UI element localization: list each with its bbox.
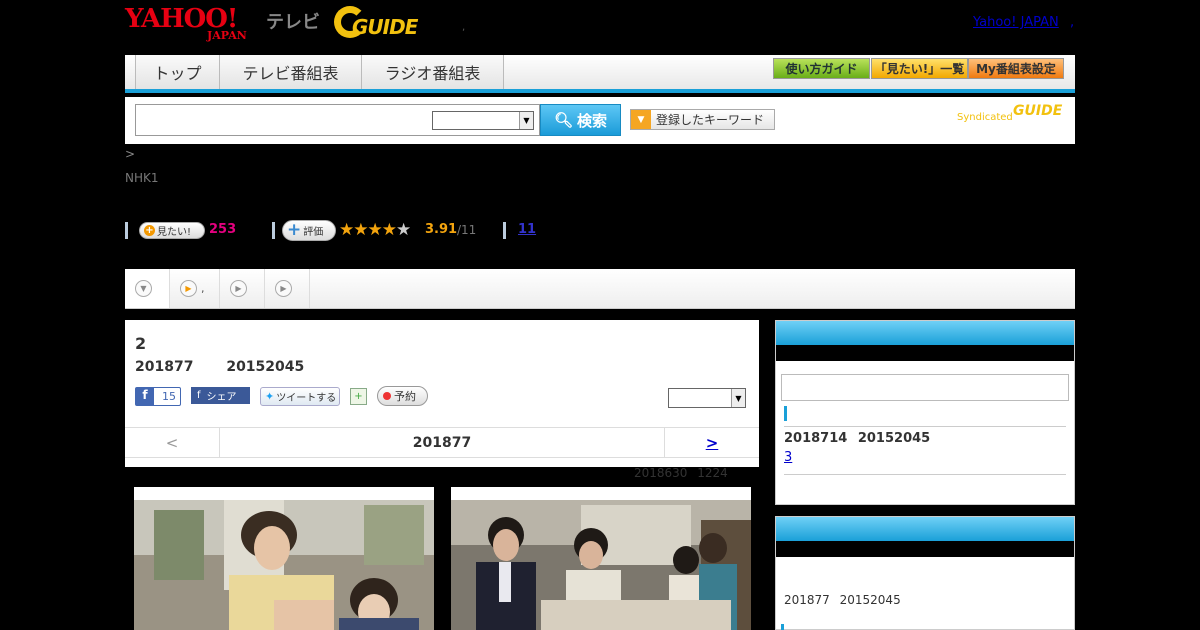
divider [784,474,1066,475]
reserve-recording-button[interactable]: 予約 [377,386,428,406]
my-listings-settings-button[interactable]: My番組表設定 [968,58,1064,79]
star-empty-icon: ★ [396,220,411,240]
search-button-label: 検索 [577,111,608,130]
star-half-icon: ★ [381,220,397,240]
review-count-link[interactable]: 11 [518,222,536,237]
facebook-share-label: シェア [206,392,237,403]
play-icon: ▶ [230,280,247,297]
program-detail-panel: 2 201877 20152045 f 15 f シェア ✦ ツイートする + … [125,320,759,467]
yahoo-japan-logo-text: JAPAN [207,29,247,42]
tab-second[interactable]: ▶ , [170,269,220,308]
rating-value: 3.91 [425,222,458,237]
stat-divider [125,222,128,239]
program-photo[interactable] [451,487,751,630]
search-category-select[interactable]: ▼ [432,111,534,130]
rating-count: /11 [457,223,477,237]
header-link-separator: , [1070,15,1075,30]
facebook-icon: f [136,388,154,405]
sidebar-broadcast-date: 2018714 20152045 [784,431,931,446]
want-to-watch-button[interactable]: + 見たい! [139,222,205,239]
star-icon: ★ [367,220,383,240]
current-date: 201877 [412,434,472,451]
stat-divider [503,222,506,239]
facebook-icon: f [197,390,201,401]
divider [784,426,1066,427]
calendar-add-icon[interactable]: + [350,388,367,405]
how-to-guide-button[interactable]: 使い方ガイド [773,58,870,79]
want-to-watch-list-button[interactable]: 「見たい!」一覧 [871,58,968,79]
page: YAHOO! JAPAN テレビ GUIDE , Yahoo! JAPAN , … [0,0,1200,630]
reserve-label: 予約 [394,390,416,403]
rating-stars: ★★★★★ [339,220,411,240]
sidebar-box-header [776,321,1074,345]
record-icon [383,392,391,400]
registered-keywords-button[interactable]: ▼ 登録したキーワード [630,109,775,130]
sidebar-schedule-date: 201877 20152045 [784,593,901,607]
search-bar: ▼ 🔍︎ 検索 ▼ 登録したキーワード Syndicated GUIDE [125,97,1075,144]
program-photo[interactable] [134,487,434,630]
plus-icon: + [287,220,302,240]
tv-logo-text[interactable]: テレビ [266,8,320,34]
tab-program-info[interactable]: ▼ [125,269,170,308]
nav-tab-tv-listings[interactable]: テレビ番組表 [220,55,362,89]
sidebar-box-schedule: 201877 20152045 [775,516,1075,630]
chevron-down-icon: ▼ [731,389,745,407]
rate-label: 評価 [303,227,324,238]
sidebar-box-title-bar [776,345,1074,361]
date-navigator: < 201877 > [125,427,759,458]
tab-fourth[interactable]: ▶ [265,269,310,308]
want-to-watch-label: 見たい! [157,227,192,238]
play-icon: ▶ [180,280,197,297]
play-icon: ▶ [275,280,292,297]
previous-date-button[interactable]: < [125,428,220,457]
sidebar-box-field [781,374,1069,401]
yahoo-japan-link[interactable]: Yahoo! JAPAN [973,15,1059,30]
program-title: 2 [135,334,147,353]
sidebar-episode-link[interactable]: 3 [784,450,838,465]
registered-keywords-label: 登録したキーワード [656,113,765,127]
program-photo-image [134,500,434,630]
program-photo-image [451,500,751,630]
facebook-like-button[interactable]: f 15 [135,387,181,406]
program-tabs: ▼ ▶ , ▶ ▶ [125,269,1075,309]
sidebar-box-header [776,517,1074,541]
tweet-button[interactable]: ✦ ツイートする [260,387,340,406]
star-icon: ★ [353,220,368,240]
want-to-watch-count: 253 [209,222,237,237]
chevron-down-icon: ▼ [135,280,152,297]
sidebar-box-related: 2018714 20152045 3 [775,320,1075,505]
twitter-bird-icon: ✦ [265,390,275,403]
dropdown-arrow-icon: ▼ [631,110,651,129]
facebook-share-button[interactable]: f シェア [191,387,250,404]
star-icon: ★ [339,220,354,240]
program-broadcast-date: 201877 20152045 [135,359,305,375]
gguide-logo-text: GUIDE [352,15,418,39]
syndicated-gguide-logo: GUIDE [1013,103,1063,119]
chevron-down-icon: ▼ [519,112,533,129]
tab-third[interactable]: ▶ [220,269,265,308]
tweet-label: ツイートする [276,393,337,404]
header-separator: , [462,22,466,33]
plus-icon: + [144,225,155,236]
sidebar-box-title-bar [776,541,1074,557]
rate-button[interactable]: + 評価 [282,220,336,241]
stat-divider [272,222,275,239]
nav-tab-radio-listings[interactable]: ラジオ番組表 [362,55,504,89]
nav-tab-top[interactable]: トップ [135,55,220,89]
tab-second-label: , [201,282,205,295]
search-icon: 🔍︎ [553,111,574,129]
last-updated: 2018630 1224 [634,466,728,480]
main-nav: トップ テレビ番組表 ラジオ番組表 使い方ガイド 「見たい!」一覧 My番組表設… [125,55,1075,93]
syndicated-label: Syndicated [957,112,1013,123]
facebook-like-count: 15 [162,390,176,403]
program-options-select[interactable]: ▼ [668,388,746,408]
channel-name: NHK1 [125,171,159,185]
search-button[interactable]: 🔍︎ 検索 [540,104,621,136]
sidebar-section-marker [784,406,787,421]
breadcrumb[interactable]: > [125,147,135,161]
next-date-button[interactable]: > [664,428,759,457]
sidebar-section-marker [781,624,784,630]
